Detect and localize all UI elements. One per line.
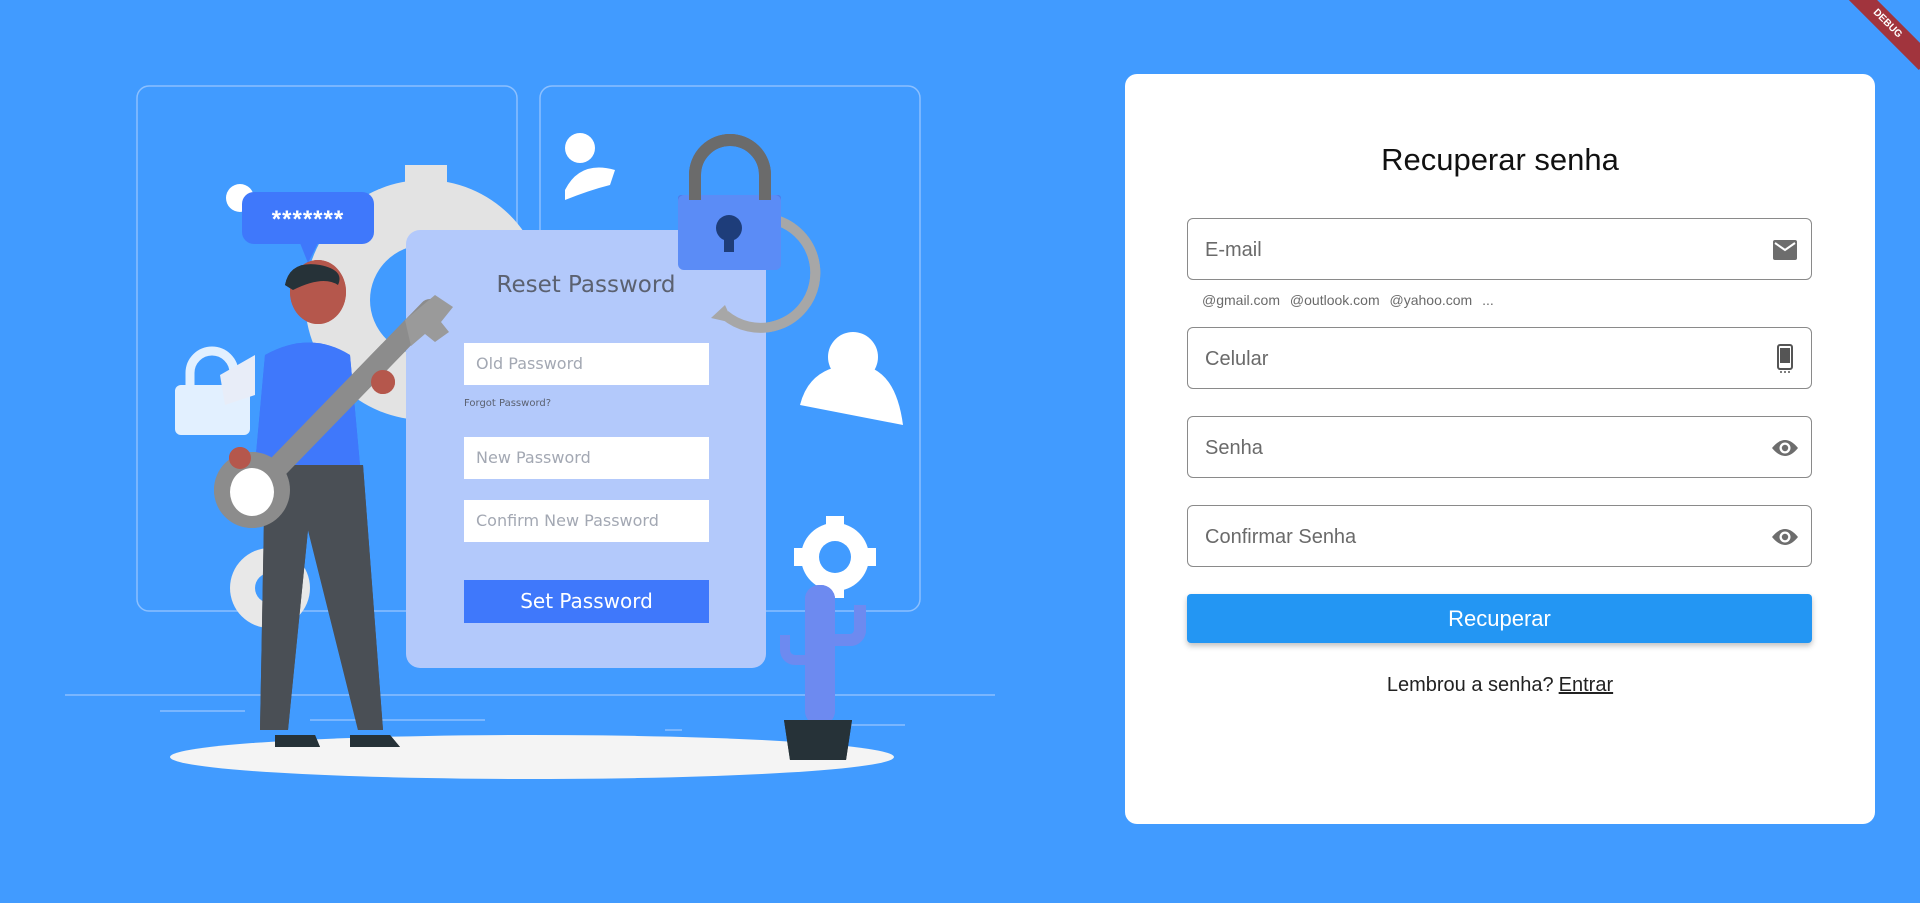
illustration-set-password-button: Set Password: [464, 580, 709, 623]
phone-icon: [1771, 344, 1799, 373]
reset-password-illustration: ******* Reset Password Old Password Forg…: [0, 0, 1050, 903]
mail-icon: [1771, 236, 1799, 264]
password-speech-bubble: *******: [242, 192, 374, 244]
eye-icon[interactable]: [1771, 523, 1799, 551]
illustration-forgot-link: Forgot Password?: [464, 398, 552, 409]
illustration-confirm-password: Confirm New Password: [464, 500, 709, 542]
confirm-password-input[interactable]: [1203, 506, 1747, 568]
phone-input[interactable]: [1203, 328, 1747, 390]
email-suggestion[interactable]: @gmail.com: [1202, 292, 1280, 308]
speech-bubble-text: *******: [271, 206, 345, 233]
login-prompt-text: Lembrou a senha?: [1386, 674, 1554, 696]
recover-button[interactable]: Recuperar: [1187, 594, 1812, 643]
page-title: Recuperar senha: [1381, 142, 1619, 177]
email-suggestion[interactable]: @outlook.com: [1290, 292, 1380, 308]
recover-password-card: Recuperar senha @gmail.com @outlook.com …: [1125, 74, 1875, 824]
login-link[interactable]: Entrar: [1559, 674, 1613, 696]
debug-banner: DEBUG: [1841, 0, 1920, 70]
email-suggestion[interactable]: @yahoo.com: [1390, 292, 1473, 308]
illustration-new-password: New Password: [464, 437, 709, 479]
confirm-password-field[interactable]: [1187, 505, 1812, 568]
eye-icon[interactable]: [1771, 434, 1799, 462]
login-prompt: Lembrou a senha? Entrar: [1125, 674, 1875, 697]
illustration-card-title: Reset Password: [496, 272, 676, 298]
email-suggestion-more[interactable]: ...: [1482, 292, 1494, 308]
email-field[interactable]: [1187, 218, 1812, 281]
password-field[interactable]: [1187, 416, 1812, 479]
phone-field[interactable]: [1187, 327, 1812, 390]
password-input[interactable]: [1203, 417, 1747, 479]
illustration-old-password: Old Password: [464, 343, 709, 385]
email-suggestions: @gmail.com @outlook.com @yahoo.com ...: [1202, 292, 1500, 308]
illustration-reset-card: Reset Password Old Password Forgot Passw…: [406, 230, 766, 668]
email-input[interactable]: [1203, 219, 1747, 281]
